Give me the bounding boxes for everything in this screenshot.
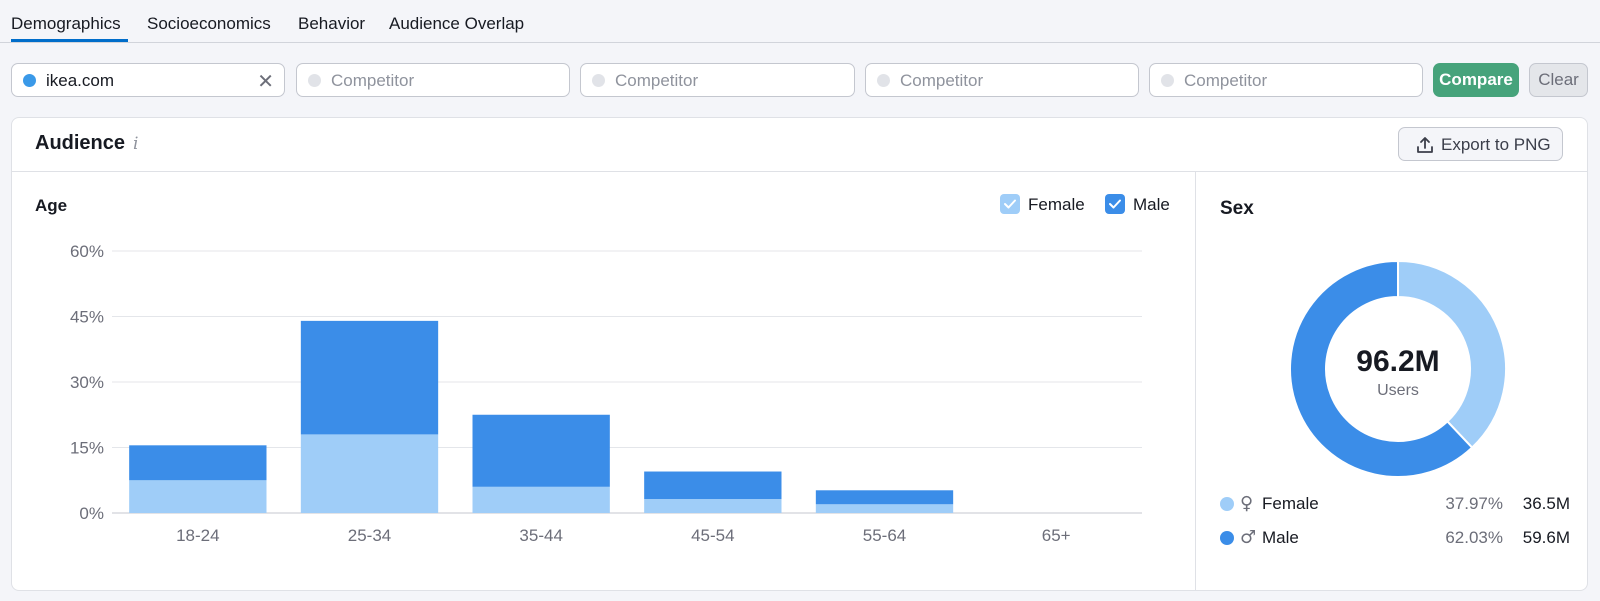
donut-total: 96.2M	[1356, 345, 1439, 378]
x-tick-label: 55-64	[863, 526, 906, 545]
tab-behavior[interactable]: Behavior	[298, 14, 365, 34]
sex-percent-female: 37.97%	[1445, 494, 1503, 513]
legend-male-label: Male	[1133, 195, 1170, 214]
female-legend-dot	[1220, 497, 1234, 511]
male-legend-dot	[1220, 531, 1234, 545]
age-bar-chart: 0% 15% 30% 45% 60% 18-24 25-34 35-44 45-54 55-64 6…	[70, 242, 1142, 545]
info-icon[interactable]: i	[133, 134, 138, 154]
competitor-placeholder[interactable]: Competitor	[1184, 71, 1267, 91]
compare-button[interactable]: Compare	[1433, 63, 1519, 97]
tab-audience-overlap[interactable]: Audience Overlap	[389, 14, 524, 34]
x-tick-label: 35-44	[519, 526, 562, 545]
sex-count-female: 36.5M	[1522, 494, 1570, 513]
donut-total-label: Users	[1377, 382, 1419, 399]
domain-input-main[interactable]: ikea.com ✕	[11, 63, 285, 97]
y-tick-label: 45%	[70, 308, 104, 327]
y-tick-label: 30%	[70, 373, 104, 392]
check-icon	[1004, 199, 1016, 209]
bar-female-55-64[interactable]	[815, 504, 954, 513]
bar-male-45-54[interactable]	[644, 471, 782, 500]
y-tick-label: 0%	[79, 504, 104, 523]
competitor-input-2[interactable]: Competitor	[580, 63, 855, 97]
competitor-dot-icon	[877, 74, 890, 87]
bar-male-35-44[interactable]	[472, 414, 610, 487]
tab-demographics[interactable]: Demographics	[11, 14, 121, 34]
female-checkbox[interactable]	[1000, 194, 1020, 214]
export-png-button[interactable]: Export to PNG	[1398, 127, 1563, 161]
x-tick-label: 65+	[1042, 526, 1071, 545]
upload-icon	[1417, 137, 1433, 153]
competitor-placeholder[interactable]: Competitor	[900, 71, 983, 91]
male-symbol-icon: ♂	[1240, 527, 1257, 548]
female-symbol-icon: ♀	[1240, 493, 1254, 514]
bar-male-25-34[interactable]	[300, 320, 439, 435]
legend-female-label: Female	[1028, 195, 1085, 214]
legend-male-toggle[interactable]: Male	[1105, 194, 1170, 215]
competitor-input-4[interactable]: Competitor	[1149, 63, 1423, 97]
x-tick-label: 18-24	[176, 526, 219, 545]
sex-row-female: ♀ Female 37.97% 36.5M	[1220, 493, 1570, 515]
domain-color-dot	[23, 74, 36, 87]
y-tick-label: 60%	[70, 242, 104, 261]
competitor-dot-icon	[308, 74, 321, 87]
sex-donut-chart: 96.2M Users	[1289, 259, 1507, 478]
tab-bar: Demographics Socioeconomics Behavior Aud…	[0, 0, 1600, 43]
legend-female-toggle[interactable]: Female	[1000, 194, 1085, 215]
x-tick-label: 25-34	[348, 526, 391, 545]
card-title: Audience	[35, 132, 126, 154]
y-tick-label: 15%	[70, 439, 104, 458]
bar-female-18-24[interactable]	[129, 480, 267, 513]
competitor-dot-icon	[592, 74, 605, 87]
section-divider	[1195, 172, 1196, 590]
audience-card: Audience i Export to PNG Age Female Male…	[11, 117, 1588, 591]
tab-socioeconomics[interactable]: Socioeconomics	[147, 14, 271, 34]
domain-input-value[interactable]: ikea.com	[46, 71, 114, 91]
competitor-placeholder[interactable]: Competitor	[331, 71, 414, 91]
sex-label-male: Male	[1262, 528, 1299, 547]
competitor-placeholder[interactable]: Competitor	[615, 71, 698, 91]
active-tab-indicator	[11, 39, 128, 42]
clear-domain-icon[interactable]: ✕	[257, 69, 274, 94]
bar-male-55-64[interactable]	[815, 490, 954, 505]
competitor-input-1[interactable]: Competitor	[296, 63, 570, 97]
competitor-dot-icon	[1161, 74, 1174, 87]
bar-male-18-24[interactable]	[129, 445, 267, 481]
sex-row-male: ♂ Male 62.03% 59.6M	[1220, 527, 1570, 549]
check-icon	[1109, 199, 1121, 209]
sex-label-female: Female	[1262, 494, 1319, 513]
bar-female-25-34[interactable]	[300, 434, 439, 513]
competitor-input-3[interactable]: Competitor	[865, 63, 1139, 97]
male-checkbox[interactable]	[1105, 194, 1125, 214]
sex-count-male: 59.6M	[1522, 528, 1570, 547]
bar-female-45-54[interactable]	[644, 499, 782, 513]
x-tick-label: 45-54	[691, 526, 734, 545]
sex-section-title: Sex	[1220, 198, 1254, 219]
age-section-title: Age	[35, 196, 68, 215]
card-header: Audience i Export to PNG	[12, 118, 1587, 172]
sex-percent-male: 62.03%	[1445, 528, 1503, 547]
export-label[interactable]: Export to PNG	[1441, 135, 1551, 155]
clear-button[interactable]: Clear	[1529, 63, 1588, 97]
bar-female-35-44[interactable]	[472, 486, 610, 513]
